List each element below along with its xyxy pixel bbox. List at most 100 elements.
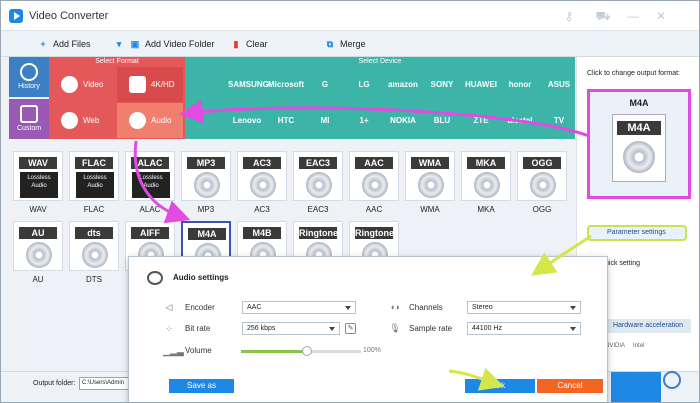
key-icon[interactable]: ⚷ xyxy=(561,8,577,24)
add-video-folder-button[interactable]: ▣ Add Video Folder xyxy=(129,37,215,51)
device-brand[interactable]: Lenovo xyxy=(228,103,266,139)
device-brand[interactable]: BLU xyxy=(423,103,461,139)
encoder-select[interactable]: AAC xyxy=(242,301,356,314)
parameter-settings-button[interactable]: Parameter settings xyxy=(587,225,687,241)
volume-icon: ▁▂▃ xyxy=(163,346,184,356)
device-brand[interactable]: Microsoft xyxy=(267,67,305,103)
pencil-icon[interactable]: ✎ xyxy=(345,323,356,334)
add-files-label: Add Files xyxy=(53,39,91,49)
device-brand[interactable]: SAMSUNG xyxy=(228,67,269,103)
device-brand[interactable]: HTC xyxy=(267,103,305,139)
bitrate-label: Bit rate xyxy=(185,324,211,333)
device-brand[interactable]: ASUS xyxy=(540,67,578,103)
lossless-badge: Lossless Audio xyxy=(20,172,58,198)
category-web[interactable]: Web xyxy=(49,103,115,138)
format-tag: MP3 xyxy=(187,157,225,169)
format-item[interactable]: WAV Lossless Audio WAV xyxy=(13,151,63,214)
audio-settings-dialog: Audio settings ◁ Encoder AAC ⁘ Bit rate … xyxy=(128,256,608,402)
select-device-header: Select Device xyxy=(358,58,402,65)
quick-setting-label: uick setting xyxy=(605,260,641,267)
device-brand[interactable]: TV xyxy=(540,103,578,139)
minimize-icon[interactable]: — xyxy=(625,8,641,24)
history-label: History xyxy=(18,83,40,90)
format-item[interactable]: MP3 MP3 xyxy=(181,151,231,214)
cart-icon[interactable]: ⛟ xyxy=(595,8,611,24)
alarm-clock-icon[interactable] xyxy=(663,371,681,389)
format-tag: AU xyxy=(19,227,57,239)
merge-label: Merge xyxy=(340,39,366,49)
category-audio[interactable]: Audio xyxy=(117,103,183,138)
bitrate-select[interactable]: 256 kbps xyxy=(242,322,340,335)
merge-button[interactable]: ⧉ Merge xyxy=(324,37,366,51)
format-category-panel: Select Format Video 4K/HD Web Audio xyxy=(49,57,185,139)
output-folder-field[interactable]: C:\Users\Admin xyxy=(79,377,135,390)
format-label: FLAC xyxy=(83,205,105,214)
custom-label: Custom xyxy=(16,125,42,132)
history-tab[interactable]: History xyxy=(9,57,49,97)
format-item[interactable]: dts DTS xyxy=(69,221,119,284)
format-tag: AAC xyxy=(355,157,393,169)
device-brand[interactable]: 1+ xyxy=(345,103,383,139)
format-label: EAC3 xyxy=(307,205,329,214)
category-video[interactable]: Video xyxy=(49,67,115,102)
device-brand[interactable]: ZTE xyxy=(462,103,500,139)
device-brand[interactable]: amazon xyxy=(384,67,422,103)
volume-slider[interactable] xyxy=(241,346,361,356)
device-brand[interactable]: alcatel xyxy=(501,103,539,139)
device-brand[interactable]: HUAWEI xyxy=(462,67,500,103)
device-brand[interactable]: G xyxy=(306,67,344,103)
category-4khd[interactable]: 4K/HD xyxy=(117,67,183,102)
toolbar: + Add Files ▾ ▣ Add Video Folder ▮ Clear ⧉ M… xyxy=(1,31,699,57)
channels-select[interactable]: Stereo xyxy=(467,301,581,314)
ok-button[interactable]: Ok xyxy=(465,379,535,393)
format-item[interactable]: WMA WMA xyxy=(405,151,455,214)
device-brand[interactable] xyxy=(189,67,227,103)
device-brand[interactable]: honor xyxy=(501,67,539,103)
format-tag: WMA xyxy=(411,157,449,169)
category-label: Video xyxy=(83,80,104,89)
format-icon: AU xyxy=(13,221,63,271)
format-item[interactable]: OGG OGG xyxy=(517,151,567,214)
clear-button[interactable]: ▮ Clear xyxy=(230,37,268,51)
format-tag: EAC3 xyxy=(299,157,337,169)
format-item[interactable]: MKA MKA xyxy=(461,151,511,214)
disc-icon xyxy=(362,172,388,198)
save-as-button[interactable]: Save as xyxy=(169,379,234,393)
format-label: MKA xyxy=(477,205,495,214)
format-item[interactable]: AAC AAC xyxy=(349,151,399,214)
clear-label: Clear xyxy=(246,39,268,49)
hardware-acceleration-label: Hardware acceleration xyxy=(612,322,684,329)
hardware-acceleration-button[interactable]: Hardware acceleration xyxy=(605,319,691,333)
run-button[interactable] xyxy=(611,372,661,402)
format-tag: WAV xyxy=(19,157,57,169)
volume-thumb[interactable] xyxy=(302,346,312,356)
play-icon xyxy=(61,76,78,93)
format-item[interactable]: AU AU xyxy=(13,221,63,284)
select-format-header: Select Format xyxy=(95,58,139,65)
samplerate-select[interactable]: 44100 Hz xyxy=(467,322,581,335)
disc-icon xyxy=(474,172,500,198)
format-label: DTS xyxy=(86,275,102,284)
volume-value: 100% xyxy=(363,347,381,354)
format-item[interactable]: EAC3 EAC3 xyxy=(293,151,343,214)
format-label: AU xyxy=(32,275,44,284)
disc-icon xyxy=(26,242,52,268)
device-brand[interactable] xyxy=(189,103,227,139)
format-item[interactable]: AC3 AC3 xyxy=(237,151,287,214)
format-item[interactable]: FLAC Lossless Audio FLAC xyxy=(69,151,119,214)
close-icon[interactable]: ✕ xyxy=(653,8,669,24)
device-brand[interactable]: LG xyxy=(345,67,383,103)
output-format-selector[interactable]: M4A M4A xyxy=(587,89,691,199)
device-brand[interactable]: MI xyxy=(306,103,344,139)
device-brand[interactable]: NOKIA xyxy=(384,103,422,139)
cancel-button[interactable]: Cancel xyxy=(537,379,603,393)
format-item[interactable]: ALAC Lossless Audio ALAC xyxy=(125,151,175,214)
disc-icon xyxy=(530,172,556,198)
add-files-dropdown[interactable]: ▾ xyxy=(113,37,129,51)
device-brand[interactable]: SONY xyxy=(423,67,461,103)
format-tag: M4B xyxy=(243,227,281,239)
left-rail: History Custom xyxy=(9,57,49,139)
add-files-button[interactable]: + Add Files xyxy=(37,37,91,51)
chrome-icon xyxy=(61,112,78,129)
custom-tab[interactable]: Custom xyxy=(9,99,49,139)
